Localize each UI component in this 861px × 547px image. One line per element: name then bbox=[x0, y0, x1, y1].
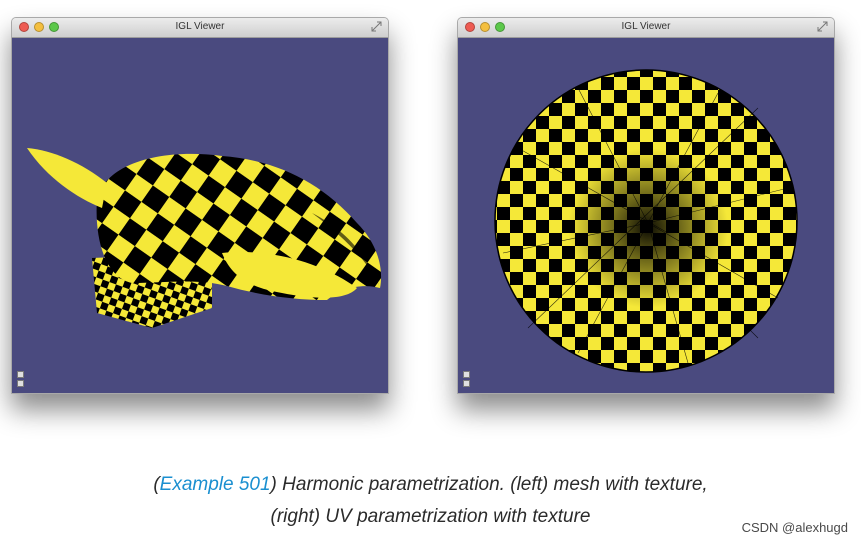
viewer-toggle-button[interactable] bbox=[463, 371, 470, 378]
fullscreen-icon[interactable] bbox=[817, 21, 828, 32]
window-title: IGL Viewer bbox=[621, 21, 671, 32]
viewer-window-right: IGL Viewer bbox=[457, 17, 835, 394]
titlebar: IGL Viewer bbox=[458, 18, 834, 38]
figure-caption-line2: (right) UV parametrization with texture bbox=[270, 506, 591, 527]
titlebar: IGL Viewer bbox=[12, 18, 388, 38]
viewer-options-button[interactable] bbox=[463, 380, 470, 387]
caption-text-1: ) Harmonic parametrization. (left) mesh … bbox=[270, 474, 708, 495]
viewer-options-button[interactable] bbox=[17, 380, 24, 387]
viewer-toggle-button[interactable] bbox=[17, 371, 24, 378]
example-link[interactable]: Example 501 bbox=[160, 474, 271, 495]
window-title: IGL Viewer bbox=[175, 21, 225, 32]
viewport-3d[interactable] bbox=[12, 38, 388, 393]
viewport-uv[interactable] bbox=[458, 38, 834, 393]
viewer-mini-controls bbox=[17, 371, 24, 387]
viewer-window-left: IGL Viewer bbox=[11, 17, 389, 394]
watermark: CSDN @alexhugd bbox=[741, 520, 848, 535]
viewer-mini-controls bbox=[463, 371, 470, 387]
fullscreen-icon[interactable] bbox=[371, 21, 382, 32]
uv-parametrization-render bbox=[494, 69, 798, 373]
figure-caption-line1: (Example 501) Harmonic parametrization. … bbox=[0, 474, 861, 496]
textured-mesh-render bbox=[27, 148, 382, 328]
